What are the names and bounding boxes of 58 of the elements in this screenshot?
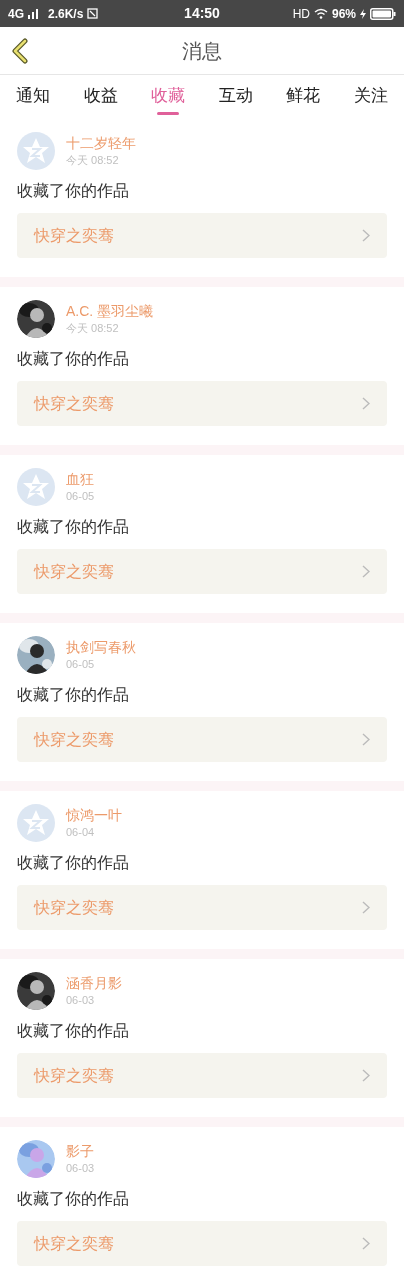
work-link[interactable]: 快穿之奕骞 bbox=[17, 213, 387, 258]
chevron-right-icon bbox=[362, 1069, 370, 1082]
default-avatar-icon bbox=[17, 132, 55, 170]
tab[interactable]: 关注 bbox=[351, 79, 390, 115]
message-time: 06-03 bbox=[66, 993, 96, 1008]
battery-percent: 96% bbox=[331, 5, 356, 23]
work-link[interactable]: 快穿之奕骞 bbox=[17, 1053, 387, 1098]
clock: 14:50 bbox=[183, 4, 221, 23]
message-time: 今天 08:52 bbox=[66, 153, 120, 168]
chevron-right-icon bbox=[362, 565, 370, 578]
message-text: 收藏了你的作品 bbox=[17, 517, 130, 537]
user-name[interactable]: 惊鸿一叶 bbox=[66, 806, 122, 824]
user-name[interactable]: 十二岁轻年 bbox=[66, 134, 136, 152]
work-link[interactable]: 快穿之奕骞 bbox=[17, 885, 387, 930]
user-name[interactable]: 涵香月影 bbox=[66, 974, 122, 992]
work-link[interactable]: 快穿之奕骞 bbox=[17, 381, 387, 426]
message-time: 06-03 bbox=[66, 1161, 95, 1176]
tab[interactable]: 收益 bbox=[81, 79, 120, 115]
work-link[interactable]: 快穿之奕骞 bbox=[17, 549, 387, 594]
back-icon bbox=[10, 38, 30, 64]
wifi-icon bbox=[313, 8, 328, 19]
default-avatar-icon bbox=[17, 804, 55, 842]
page-title: 消息 bbox=[182, 38, 222, 64]
message-time: 06-05 bbox=[66, 657, 96, 672]
default-avatar-icon bbox=[17, 468, 55, 506]
chevron-right-icon bbox=[362, 397, 370, 410]
message-text: 收藏了你的作品 bbox=[17, 685, 130, 705]
work-link[interactable]: 快穿之奕骞 bbox=[17, 717, 387, 762]
back-button[interactable] bbox=[10, 38, 30, 64]
network-type: 4G bbox=[8, 5, 24, 23]
chevron-right-icon bbox=[362, 1237, 370, 1250]
message-text: 收藏了你的作品 bbox=[17, 1189, 130, 1209]
hd-label: HD bbox=[292, 5, 310, 23]
charging-icon bbox=[360, 8, 366, 19]
tab[interactable]: 鲜花 bbox=[284, 79, 323, 115]
tab[interactable]: 通知 bbox=[14, 79, 52, 115]
user-name[interactable]: A.C. 墨羽尘曦 bbox=[66, 302, 154, 320]
chevron-right-icon bbox=[362, 901, 370, 914]
notification-icon bbox=[87, 8, 99, 19]
message-text: 收藏了你的作品 bbox=[17, 349, 130, 369]
chevron-right-icon bbox=[362, 229, 370, 242]
network-speed: 2.6K/s bbox=[48, 5, 84, 23]
user-name[interactable]: 影子 bbox=[66, 1142, 95, 1160]
message-text: 收藏了你的作品 bbox=[17, 853, 130, 873]
message-time: 今天 08:52 bbox=[66, 321, 120, 336]
battery-icon bbox=[370, 7, 396, 20]
tab[interactable]: 收藏 bbox=[149, 79, 188, 115]
work-link[interactable]: 快穿之奕骞 bbox=[17, 1221, 387, 1266]
chevron-right-icon bbox=[362, 733, 370, 746]
message-time: 06-05 bbox=[66, 489, 95, 504]
tab[interactable]: 互动 bbox=[216, 79, 255, 115]
user-name[interactable]: 执剑写春秋 bbox=[66, 638, 136, 656]
message-text: 收藏了你的作品 bbox=[17, 181, 130, 201]
message-text: 收藏了你的作品 bbox=[17, 1021, 130, 1041]
tab-indicator bbox=[157, 112, 180, 115]
message-time: 06-04 bbox=[66, 825, 96, 840]
user-name[interactable]: 血狂 bbox=[66, 470, 95, 488]
signal-icon bbox=[28, 8, 40, 19]
